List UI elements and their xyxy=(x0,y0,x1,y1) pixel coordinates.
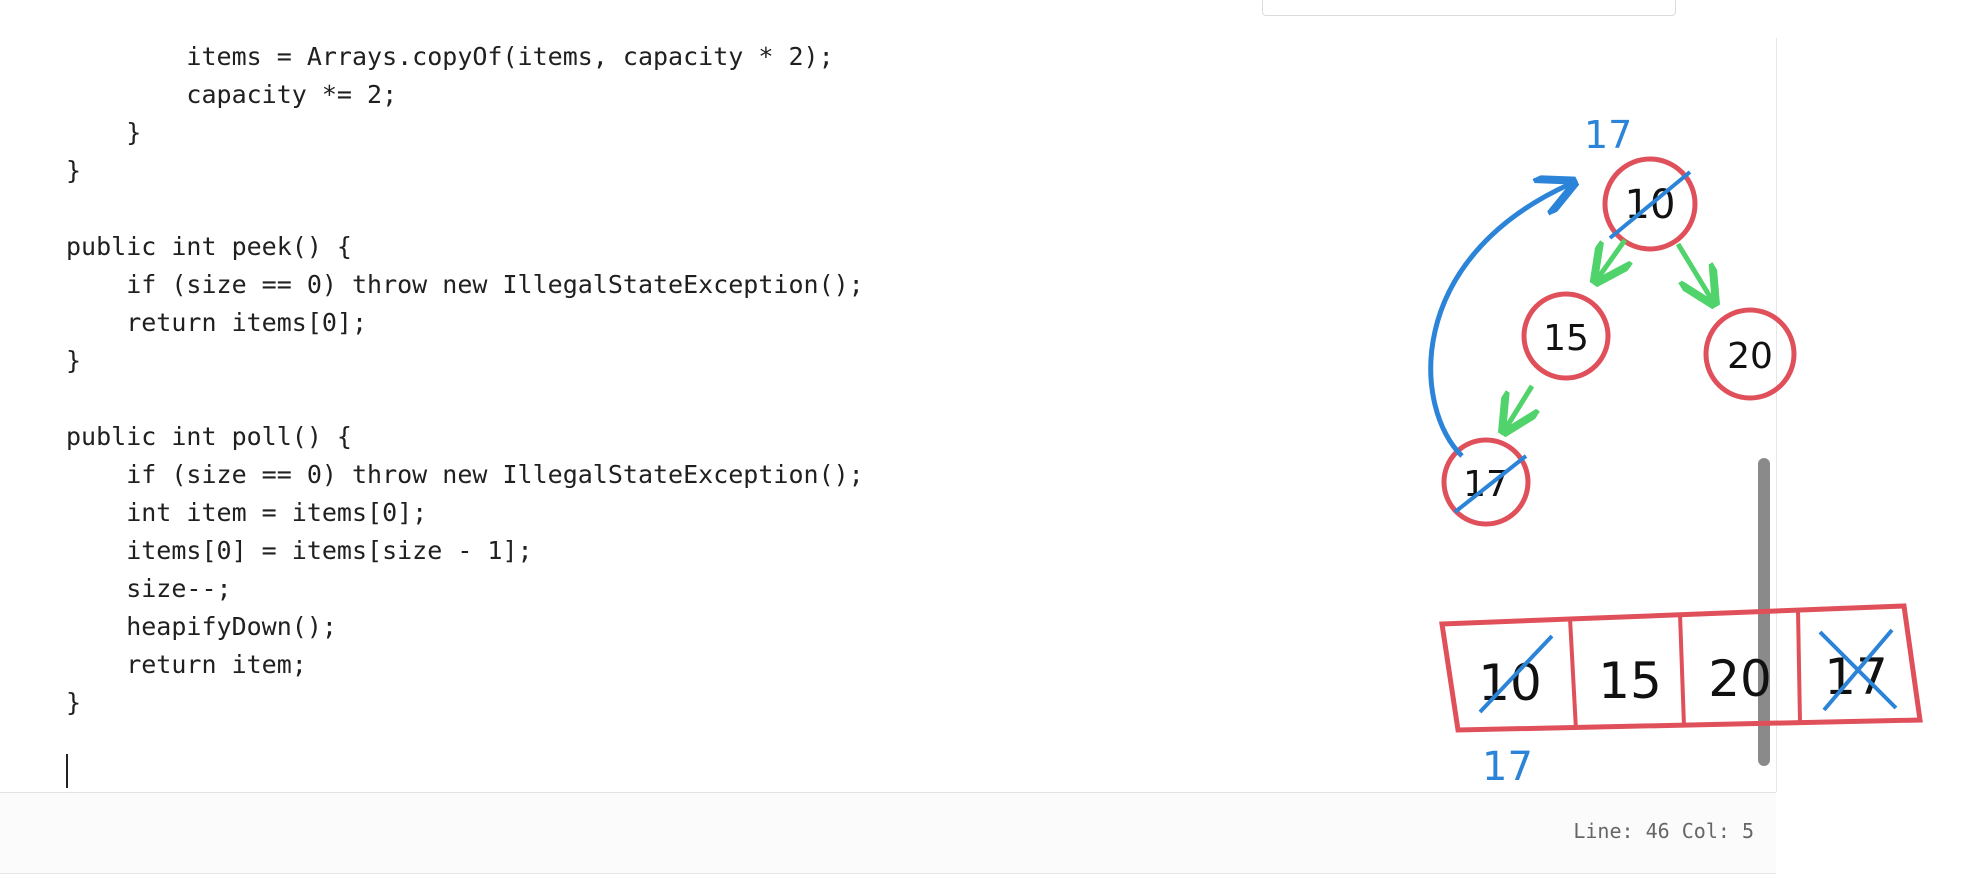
svg-text:20: 20 xyxy=(1727,336,1773,377)
code-line: if (size == 0) throw new IllegalStateExc… xyxy=(66,270,864,299)
svg-text:17: 17 xyxy=(1584,113,1632,157)
tree-node: 20 xyxy=(1703,307,1797,401)
code-line: size--; xyxy=(66,574,232,603)
heap-sketch: 10 15 20 17 17 10 15 20 17 17 xyxy=(1428,113,1923,790)
svg-text:15: 15 xyxy=(1543,318,1589,359)
code-line: if (size == 0) throw new IllegalStateExc… xyxy=(66,460,864,489)
code-line: items[0] = items[size - 1]; xyxy=(66,536,533,565)
code-line: return items[0]; xyxy=(66,308,368,337)
code-line: } xyxy=(66,156,82,185)
editor-top-bar xyxy=(0,0,1776,39)
search-input[interactable] xyxy=(1262,0,1676,16)
code-line: } xyxy=(66,346,82,375)
code-line: capacity *= 2; xyxy=(66,80,398,109)
code-line: public int poll() { xyxy=(66,422,352,451)
cursor-position: Line: 46 Col: 5 xyxy=(1573,819,1754,843)
tree-node: 10 xyxy=(1602,156,1698,252)
code-line: heapifyDown(); xyxy=(66,612,337,641)
code-line: public int peek() { xyxy=(66,232,352,261)
code-line: return item; xyxy=(66,650,307,679)
code-line: } xyxy=(66,118,142,147)
tree-node: 15 xyxy=(1521,291,1611,381)
code-line: items = Arrays.copyOf(items, capacity * … xyxy=(66,42,834,71)
svg-text:17: 17 xyxy=(1482,744,1533,790)
svg-text:20: 20 xyxy=(1708,650,1772,708)
code-line: } xyxy=(66,688,82,717)
text-cursor xyxy=(66,754,68,788)
code-line: int item = items[0]; xyxy=(66,498,428,527)
heap-array: 10 15 20 17 xyxy=(1439,603,1923,733)
status-bar: Line: 46 Col: 5 xyxy=(0,792,1776,874)
svg-text:15: 15 xyxy=(1598,652,1662,710)
